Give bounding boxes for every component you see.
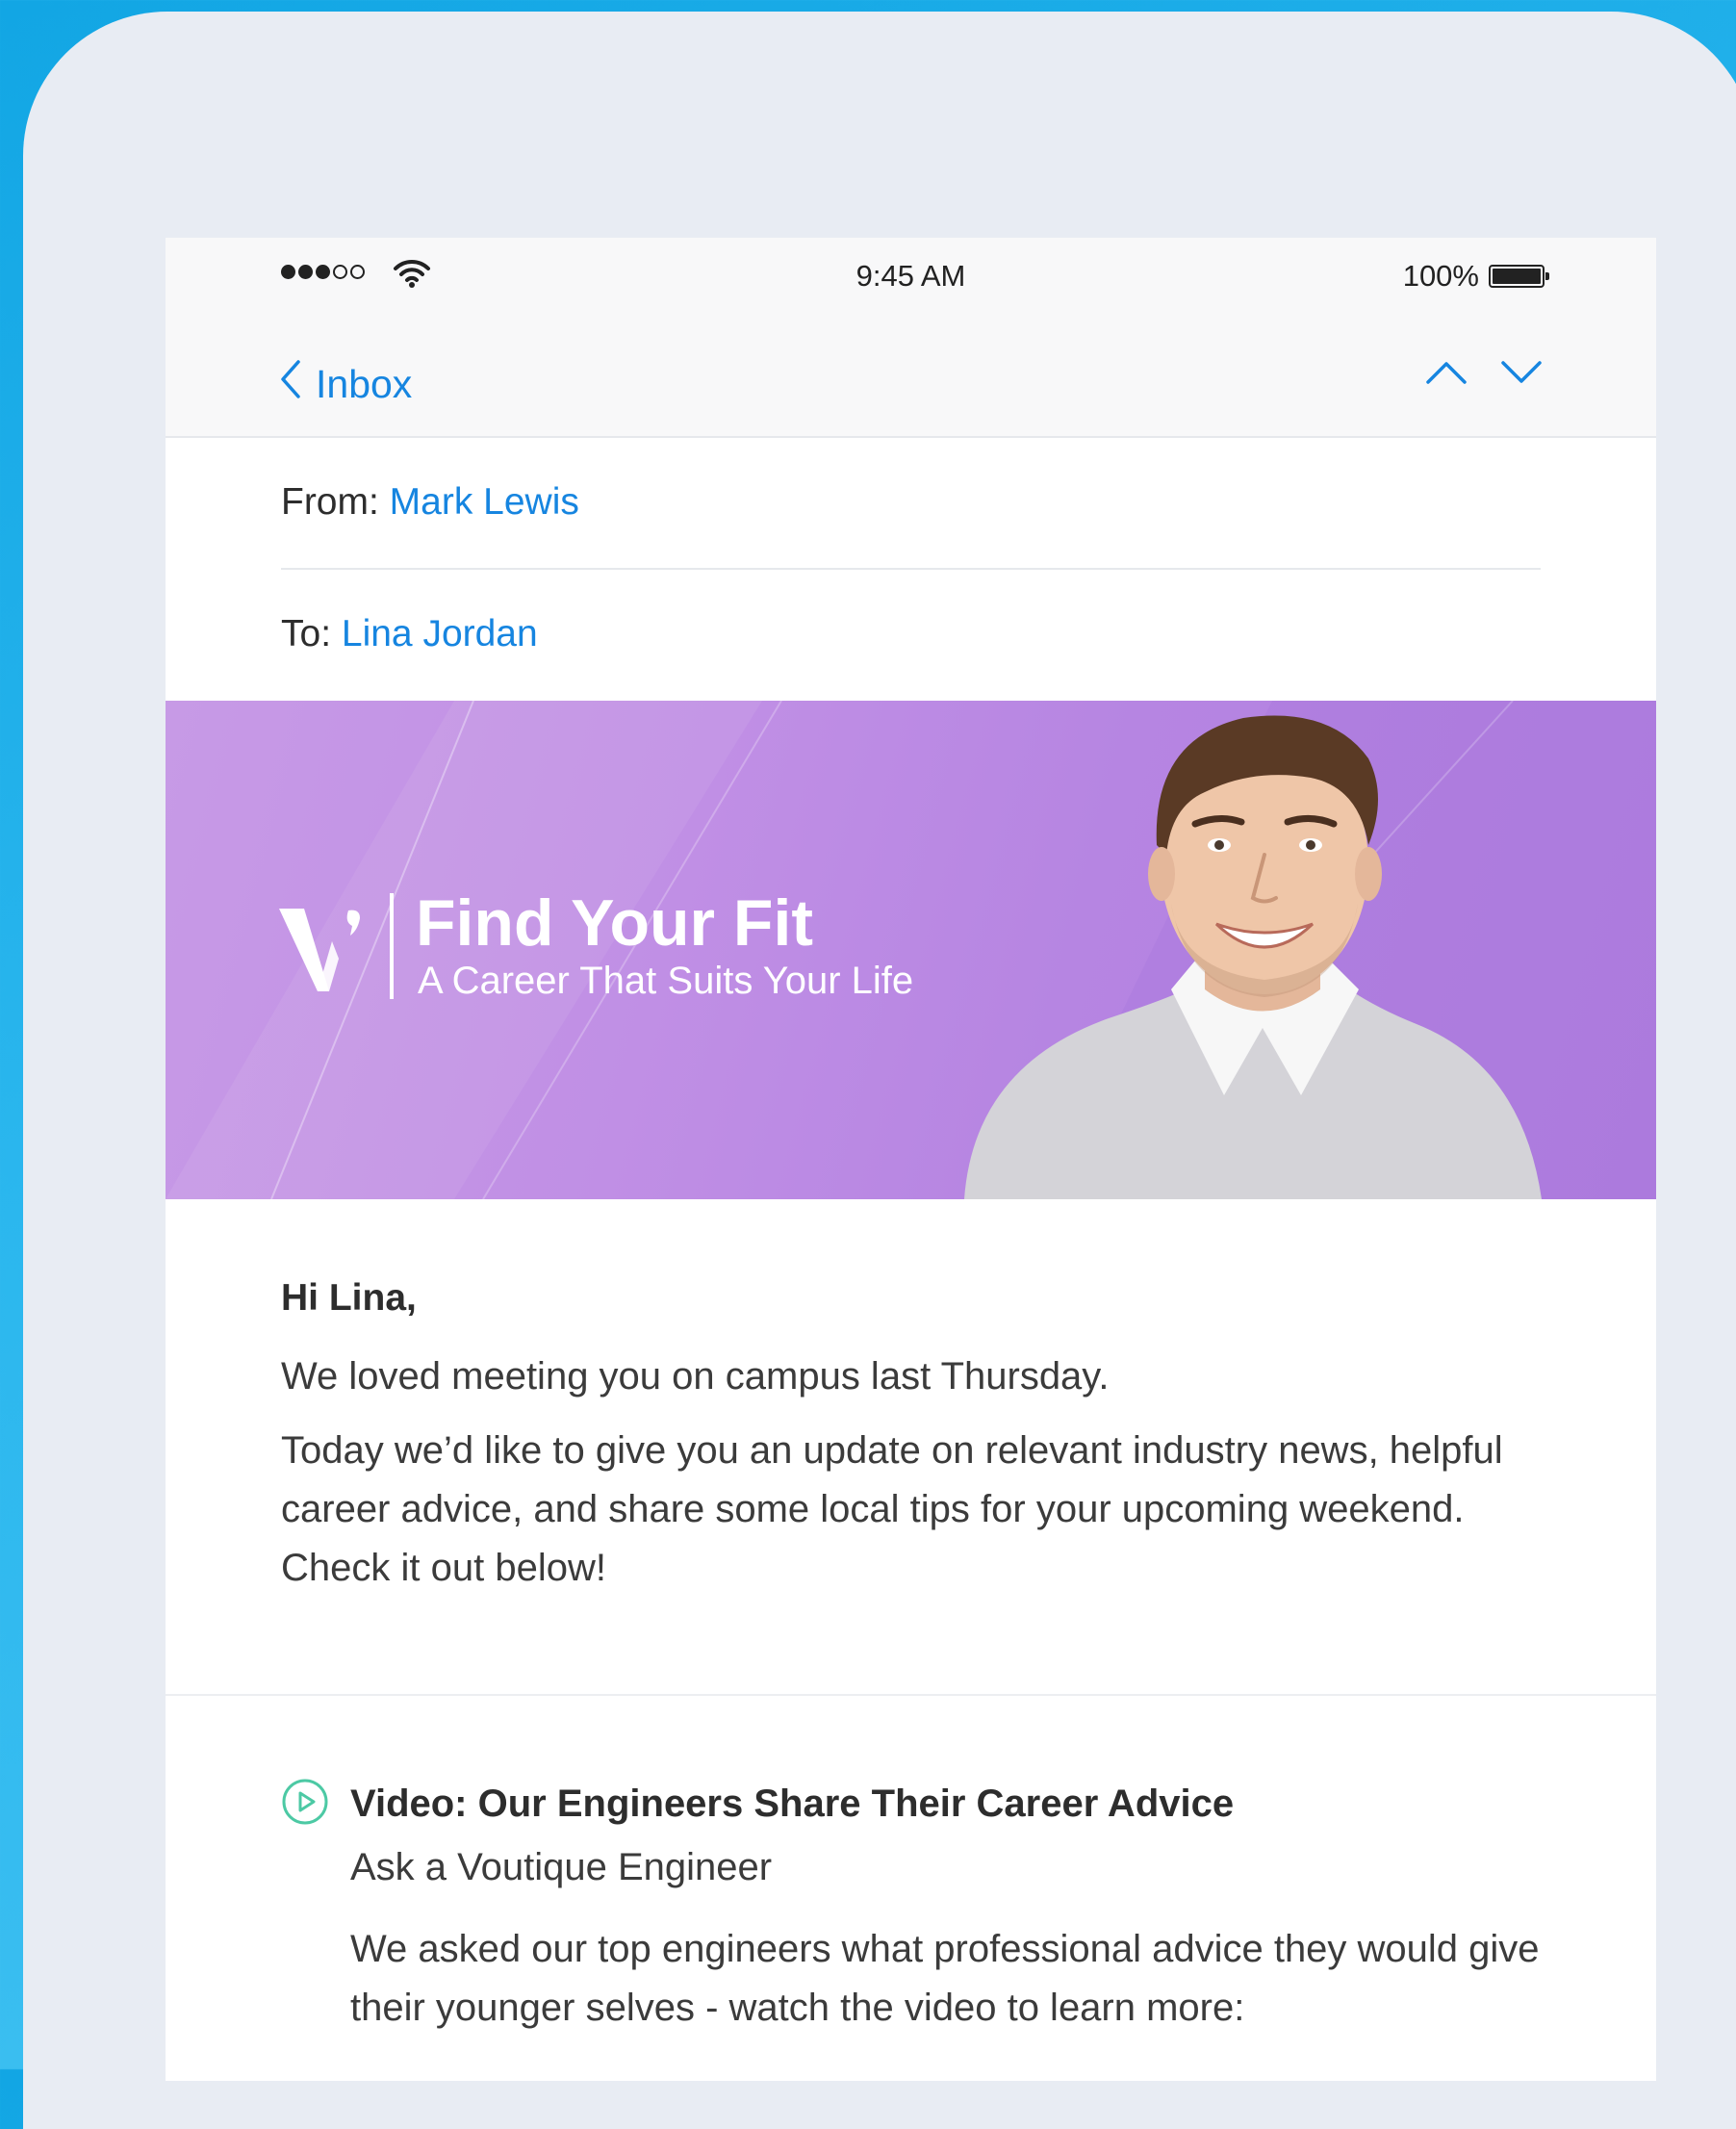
banner-title: Find Your Fit xyxy=(416,886,813,960)
status-bar: 9:45 AM 100% xyxy=(166,238,1656,339)
battery-fill xyxy=(1493,269,1541,284)
chevron-left-icon xyxy=(279,358,302,410)
sender-link[interactable]: Mark Lewis xyxy=(390,481,579,523)
navigation-bar: Inbox xyxy=(166,339,1656,438)
to-label: To: xyxy=(281,613,332,654)
from-row: From: Mark Lewis xyxy=(281,481,579,524)
divider xyxy=(281,568,1541,570)
from-label: From: xyxy=(281,481,379,523)
video-subtitle: Ask a Voutique Engineer xyxy=(350,1846,773,1888)
section-divider xyxy=(166,1694,1656,1696)
tablet-frame: 9:45 AM 100% Inbox From: Mark Lewis To: … xyxy=(23,12,1736,2129)
battery-indicator: 100% xyxy=(1402,259,1549,294)
battery-icon xyxy=(1489,265,1549,288)
message-navigation xyxy=(1425,360,1543,390)
person-photo xyxy=(964,701,1542,1199)
greeting: Hi Lina, xyxy=(281,1277,417,1319)
back-to-inbox-button[interactable]: Inbox xyxy=(279,358,412,410)
play-circle-icon[interactable] xyxy=(281,1778,329,1831)
email-screen: 9:45 AM 100% Inbox From: Mark Lewis To: … xyxy=(166,238,1656,2081)
battery-percent: 100% xyxy=(1402,259,1479,293)
banner-subtitle: A Career That Suits Your Life xyxy=(418,960,914,1002)
back-label: Inbox xyxy=(316,361,413,406)
chevron-up-icon[interactable] xyxy=(1425,360,1468,390)
hero-banner: Find Your Fit A Career That Suits Your L… xyxy=(166,701,1656,1199)
video-heading-row: Video: Our Engineers Share Their Career … xyxy=(281,1778,1561,1831)
chevron-down-icon[interactable] xyxy=(1500,360,1543,390)
recipient-link[interactable]: Lina Jordan xyxy=(342,613,538,654)
video-section: Video: Our Engineers Share Their Career … xyxy=(281,1778,1561,2038)
battery-tip xyxy=(1545,272,1549,280)
to-row: To: Lina Jordan xyxy=(281,613,538,655)
video-description: We asked our top engineers what professi… xyxy=(350,1928,1540,2029)
body-paragraph-2: Today we’d like to give you an update on… xyxy=(281,1429,1503,1589)
voutique-logo xyxy=(279,903,366,1004)
video-title[interactable]: Video: Our Engineers Share Their Career … xyxy=(350,1783,1234,1826)
body-paragraph-1: We loved meeting you on campus last Thur… xyxy=(281,1355,1110,1398)
logo-divider xyxy=(390,893,394,999)
